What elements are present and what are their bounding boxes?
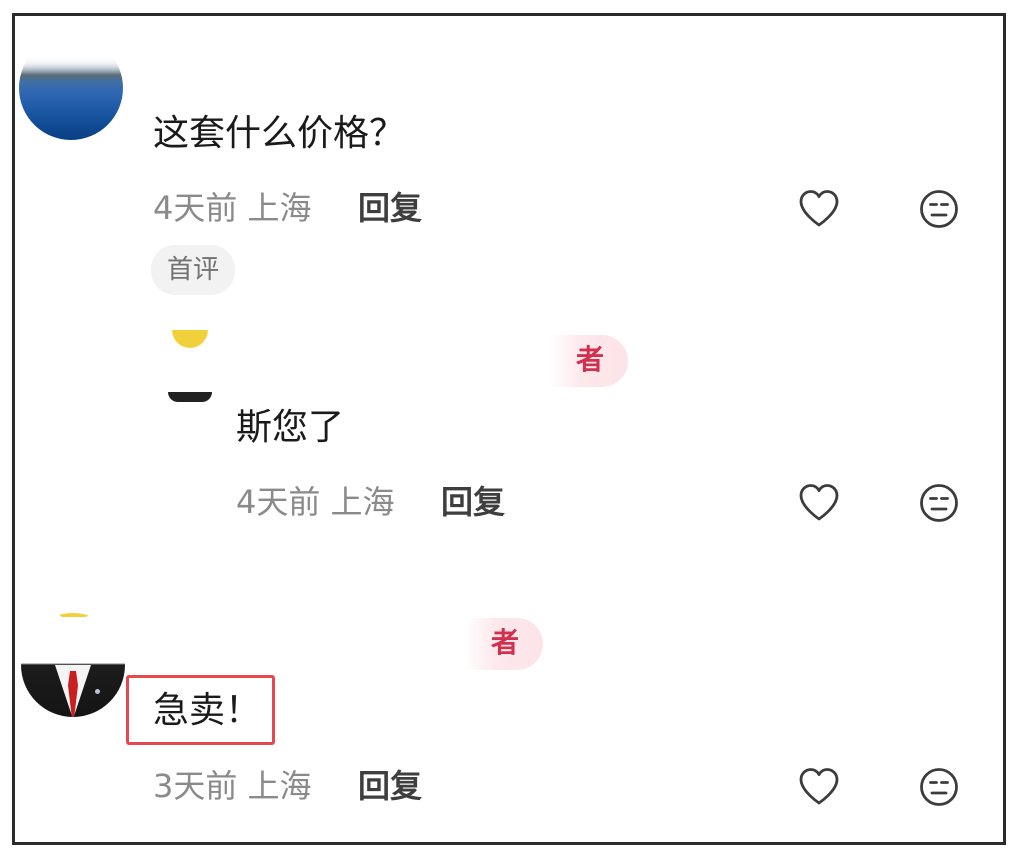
badge-text: 者 [490,626,519,659]
comment-time-location: 3天前 上海 [153,766,312,806]
first-comment-tag: 首评 [151,245,236,295]
comment-time-location: 4天前 上海 [153,188,312,228]
reply-button[interactable]: 回复 [441,482,505,522]
highlight-box [126,675,275,745]
user-avatar[interactable] [160,330,220,402]
user-badge: 者 [550,335,628,387]
user-avatar[interactable] [21,613,125,717]
user-avatar[interactable] [19,36,123,140]
comment-location: 上海 [330,483,395,521]
comment-time: 3天前 [153,767,238,805]
user-badge: 者 [465,618,543,670]
badge-text: 者 [575,343,604,376]
comment-location: 上海 [247,767,312,805]
comment-time-location: 4天前 上海 [236,482,395,522]
comment-panel: 这套什么价格？ 4天前 上海 回复 首评 者 斯您了 4天前 上海 回复 者 急… [12,13,1006,845]
heart-icon[interactable] [797,765,841,809]
comment-text: 这套什么价格？ [153,113,406,154]
comment-location: 上海 [247,189,312,227]
neutral-face-icon[interactable] [917,187,961,231]
heart-icon[interactable] [797,481,841,525]
heart-icon[interactable] [797,187,841,231]
neutral-face-icon[interactable] [917,481,961,525]
neutral-face-icon[interactable] [917,765,961,809]
comment-text: 斯您了 [236,407,345,448]
reply-button[interactable]: 回复 [358,188,422,228]
comment-time: 4天前 [153,189,238,227]
reply-button[interactable]: 回复 [358,766,422,806]
comment-time: 4天前 [236,483,321,521]
